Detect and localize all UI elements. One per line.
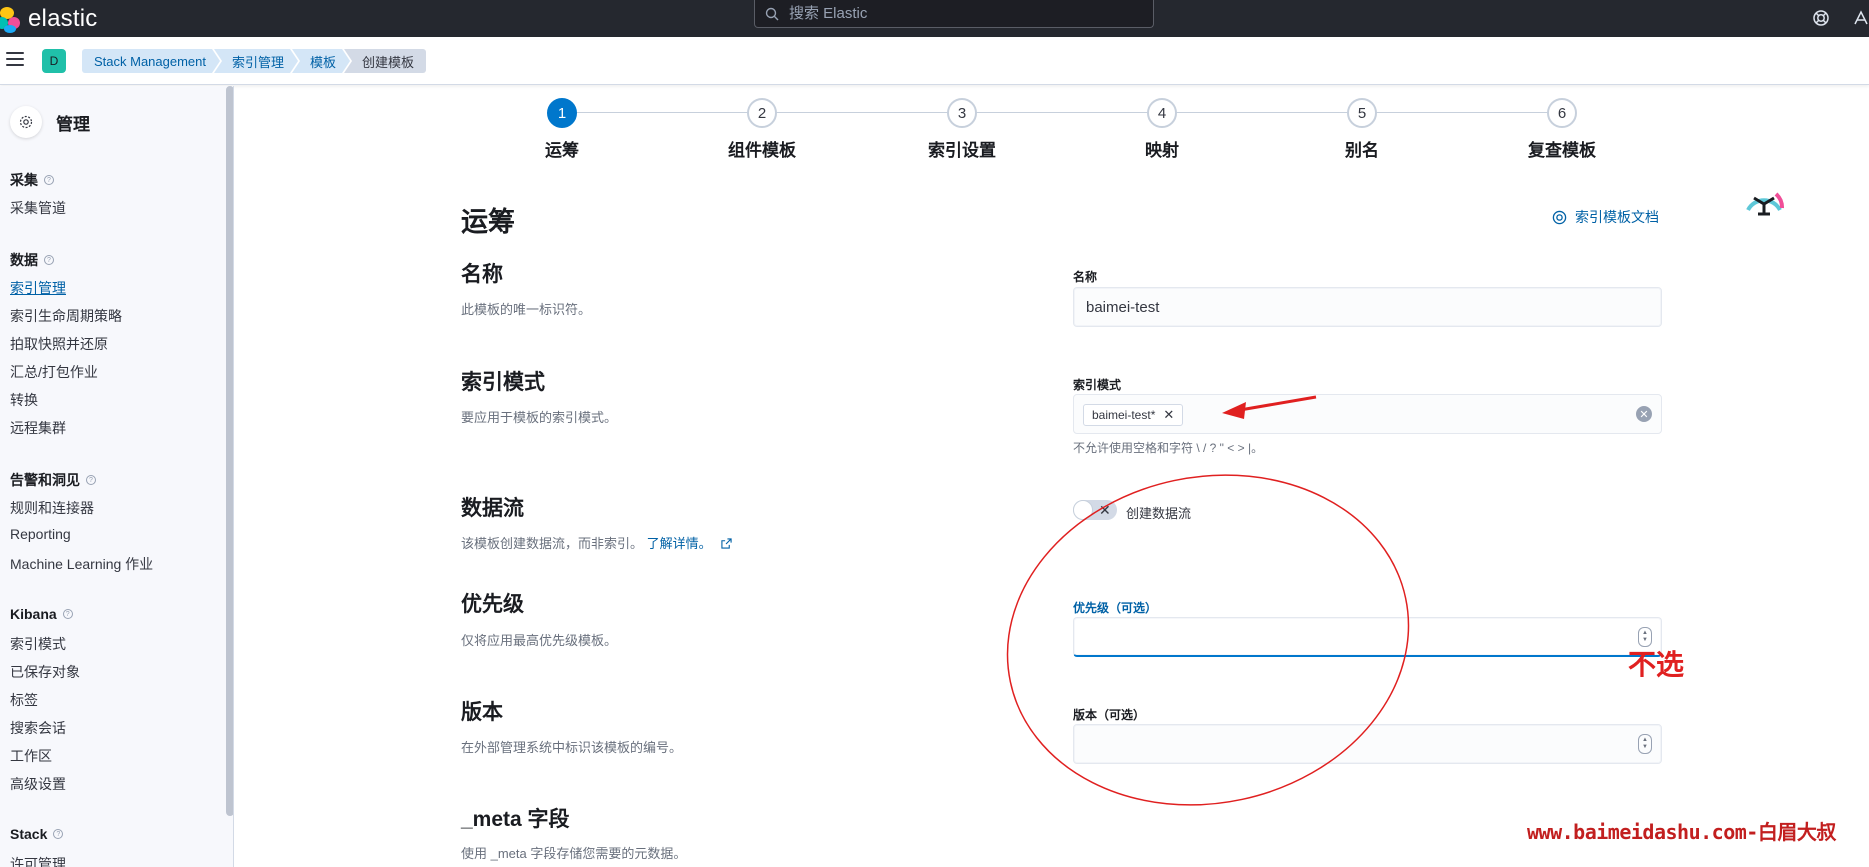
annotation-ellipse (1006, 474, 1410, 806)
annotation-note: 不选 (1628, 649, 1685, 680)
annotation-arrow-line (1239, 395, 1317, 412)
watermark: www.baimeidashu.com-白眉大叔 (1527, 820, 1836, 844)
annotation-overlay (1006, 395, 1410, 806)
annotation-arrow-head (1222, 402, 1246, 419)
